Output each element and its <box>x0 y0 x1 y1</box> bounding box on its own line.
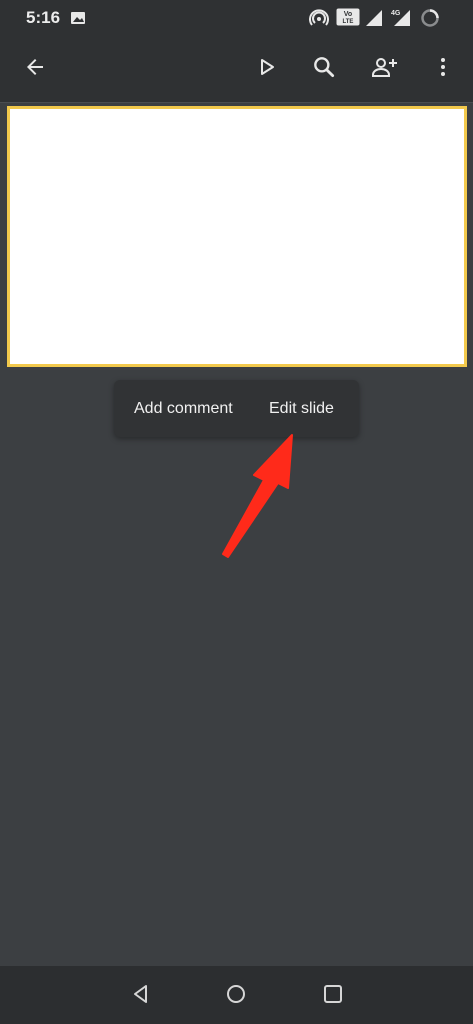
add-person-icon <box>370 54 398 85</box>
back-button[interactable] <box>12 46 58 92</box>
svg-text:4G: 4G <box>391 10 401 17</box>
status-time: 5:16 <box>26 8 61 27</box>
svg-text:LTE: LTE <box>343 19 354 25</box>
app-bar <box>0 36 473 103</box>
nav-back-button[interactable] <box>121 976 161 1016</box>
nav-home-button[interactable] <box>216 976 256 1016</box>
nav-home-icon <box>225 983 247 1010</box>
search-button[interactable] <box>301 46 347 92</box>
screen: 5:16 Vo LTE 4G Add comment Edit slide <box>0 0 473 1024</box>
hotspot-icon <box>309 9 329 34</box>
annotation-arrow <box>210 430 310 565</box>
battery-charging-icon <box>420 8 440 33</box>
nav-back-icon <box>130 983 152 1010</box>
slide-context-menu: Add comment Edit slide <box>114 380 359 437</box>
present-button[interactable] <box>243 46 289 92</box>
status-bar: 5:16 Vo LTE 4G <box>0 0 473 36</box>
present-play-icon <box>254 55 278 84</box>
svg-text:Vo: Vo <box>344 11 352 18</box>
nav-recents-icon <box>322 983 344 1010</box>
gallery-icon <box>70 10 86 31</box>
more-vert-icon <box>431 55 455 84</box>
signal-4g-icon: 4G <box>389 6 411 33</box>
more-options-button[interactable] <box>420 46 466 92</box>
back-arrow-icon <box>23 55 47 84</box>
add-comment-button[interactable]: Add comment <box>134 380 233 437</box>
edit-slide-button[interactable]: Edit slide <box>269 380 334 437</box>
volte-icon: Vo LTE <box>336 8 360 31</box>
slide-thumbnail[interactable] <box>7 106 467 367</box>
nav-recents-button[interactable] <box>313 976 353 1016</box>
signal-icon <box>365 9 383 32</box>
search-icon <box>311 54 337 85</box>
share-button[interactable] <box>361 46 407 92</box>
nav-bar <box>0 966 473 1024</box>
